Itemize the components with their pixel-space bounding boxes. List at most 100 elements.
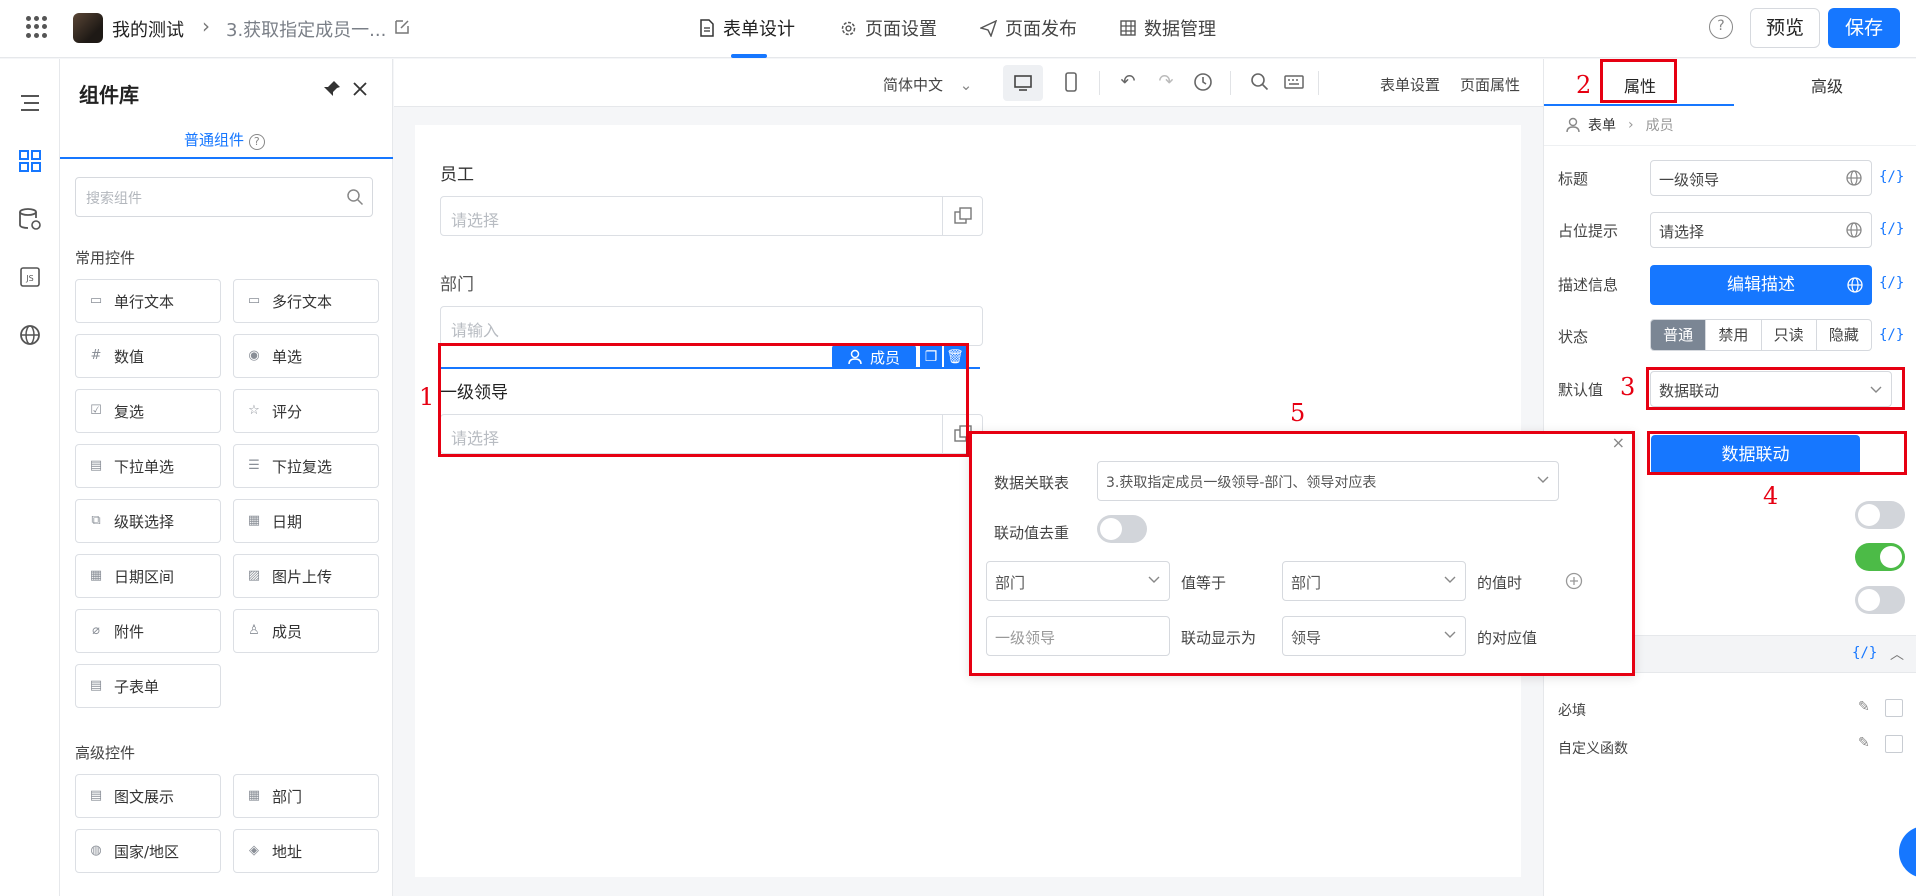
top-bar: 我的测试 › 3.获取指定成员一... 表单设计 页面设置 页面发布 数据管理 … — [0, 0, 1916, 58]
breadcrumb-app-name[interactable]: 我的测试 — [112, 16, 184, 42]
search-icon[interactable] — [346, 188, 364, 206]
component-label: 数值 — [114, 347, 145, 366]
form-settings-link[interactable]: 表单设置 — [1380, 74, 1440, 95]
department-placeholder: 请输入 — [451, 321, 500, 340]
component-item[interactable]: ☆ 评分 — [233, 389, 379, 433]
globe-icon[interactable] — [16, 321, 44, 349]
assistant-float-button[interactable] — [1899, 826, 1916, 878]
status-option-disabled[interactable]: 禁用 — [1705, 320, 1760, 350]
undo-icon[interactable]: ↶ — [1117, 71, 1139, 93]
tab-page-settings[interactable]: 页面设置 — [840, 15, 937, 41]
code-icon[interactable]: {/} — [1879, 327, 1904, 343]
tab-common-components[interactable]: 普通组件 ? — [184, 129, 265, 150]
component-item[interactable]: ▭ 单行文本 — [75, 279, 221, 323]
component-icon: ☰ — [248, 458, 260, 473]
tab-form-design[interactable]: 表单设计 — [699, 15, 795, 41]
component-item[interactable]: ▨ 图片上传 — [233, 554, 379, 598]
help-icon[interactable]: ? — [1709, 15, 1733, 39]
component-label: 单行文本 — [114, 292, 175, 311]
annotation-number-3: 3 — [1620, 373, 1636, 401]
component-item[interactable]: ▦ 日期区间 — [75, 554, 221, 598]
placeholder-input[interactable]: 请选择 — [1650, 212, 1872, 248]
annotation-number-2: 2 — [1576, 71, 1592, 99]
code-icon[interactable]: {/} — [1852, 645, 1877, 661]
toolbar-divider — [1230, 71, 1231, 95]
component-item[interactable]: ◍ 国家/地区 — [75, 829, 221, 873]
component-item[interactable]: # 数值 — [75, 334, 221, 378]
tab-page-publish[interactable]: 页面发布 — [980, 15, 1077, 41]
member-picker-icon[interactable] — [942, 197, 982, 235]
redo-icon[interactable]: ↷ — [1155, 71, 1177, 93]
component-item[interactable]: ▦ 部门 — [233, 774, 379, 818]
document-icon — [700, 19, 714, 37]
globe-icon[interactable] — [1845, 221, 1863, 239]
component-item[interactable]: ◈ 地址 — [233, 829, 379, 873]
edit-description-button[interactable]: 编辑描述 — [1650, 265, 1872, 305]
outline-icon[interactable] — [16, 89, 44, 117]
status-option-hidden[interactable]: 隐藏 — [1815, 320, 1871, 350]
save-button[interactable]: 保存 — [1828, 8, 1900, 48]
tab-advanced[interactable]: 高级 — [1811, 73, 1843, 97]
pin-icon[interactable] — [322, 79, 342, 99]
department-field[interactable]: 请输入 — [440, 306, 983, 346]
components-icon[interactable] — [16, 147, 44, 175]
breadcrumb-page-name[interactable]: 3.获取指定成员一... — [226, 16, 386, 42]
mobile-icon[interactable] — [1060, 71, 1082, 93]
component-icon: ▦ — [247, 788, 261, 803]
page-properties-link[interactable]: 页面属性 — [1460, 74, 1520, 95]
database-icon[interactable] — [16, 205, 44, 233]
component-label: 日期 — [272, 512, 303, 531]
code-icon[interactable]: {/} — [1879, 221, 1904, 237]
component-search-input[interactable]: 搜索组件 — [75, 177, 373, 217]
title-input[interactable]: 一级领导 — [1650, 160, 1872, 196]
globe-icon[interactable] — [1845, 169, 1863, 187]
component-item[interactable]: ⌀ 附件 — [75, 609, 221, 653]
tab-common-label: 普通组件 — [184, 131, 245, 149]
edit-description-label: 编辑描述 — [1727, 275, 1795, 295]
edit-icon[interactable]: ✎ — [1858, 699, 1870, 715]
component-item[interactable]: ☰ 下拉复选 — [233, 444, 379, 488]
component-item[interactable]: ▭ 多行文本 — [233, 279, 379, 323]
toggle-switch-1[interactable] — [1855, 501, 1905, 529]
preview-button[interactable]: 预览 — [1750, 8, 1820, 48]
apps-grid-icon[interactable] — [26, 16, 48, 38]
component-item[interactable]: ▤ 图文展示 — [75, 774, 221, 818]
code-icon[interactable]: {/} — [1879, 169, 1904, 185]
breadcrumb-member: 成员 — [1645, 118, 1674, 134]
edit-icon[interactable] — [393, 18, 411, 36]
info-icon: ? — [248, 134, 265, 150]
keyboard-icon[interactable] — [1283, 71, 1305, 93]
component-icon: ▨ — [247, 568, 261, 583]
chevron-up-icon[interactable]: ︿ — [1890, 644, 1904, 664]
close-icon[interactable] — [352, 81, 368, 97]
history-icon[interactable] — [1192, 71, 1214, 93]
globe-icon[interactable] — [1846, 276, 1864, 294]
breadcrumb-form[interactable]: 表单 — [1588, 115, 1616, 135]
status-option-readonly[interactable]: 只读 — [1760, 320, 1816, 350]
status-option-normal[interactable]: 普通 — [1651, 320, 1706, 350]
required-checkbox[interactable] — [1885, 699, 1903, 717]
desktop-view-toggle[interactable] — [1003, 65, 1043, 101]
component-item[interactable]: ♙ 成员 — [233, 609, 379, 653]
status-segmented-control[interactable]: 普通 禁用 只读 隐藏 — [1650, 319, 1872, 351]
canvas-toolbar: 简体中文 ⌄ ↶ ↷ 表单设置 页面属性 — [394, 59, 1543, 107]
component-item[interactable]: ◉ 单选 — [233, 334, 379, 378]
js-icon[interactable]: JS — [16, 263, 44, 291]
component-icon: ☆ — [248, 403, 260, 418]
employee-field[interactable]: 请选择 — [440, 196, 983, 236]
component-item[interactable]: ▤ 子表单 — [75, 664, 221, 708]
tab-data-management[interactable]: 数据管理 — [1120, 15, 1216, 41]
custom-function-checkbox[interactable] — [1885, 735, 1903, 753]
language-select[interactable]: 简体中文 ⌄ — [883, 74, 972, 95]
toggle-switch-3[interactable] — [1855, 586, 1905, 614]
component-item[interactable]: ▦ 日期 — [233, 499, 379, 543]
edit-icon[interactable]: ✎ — [1858, 735, 1870, 751]
component-label: 多行文本 — [272, 292, 333, 311]
component-item[interactable]: ▤ 下拉单选 — [75, 444, 221, 488]
component-item[interactable]: ☑ 复选 — [75, 389, 221, 433]
component-label: 国家/地区 — [114, 842, 180, 861]
code-icon[interactable]: {/} — [1879, 275, 1904, 291]
component-item[interactable]: ⧉ 级联选择 — [75, 499, 221, 543]
toggle-switch-2[interactable] — [1855, 543, 1905, 571]
search-icon[interactable] — [1249, 71, 1271, 93]
